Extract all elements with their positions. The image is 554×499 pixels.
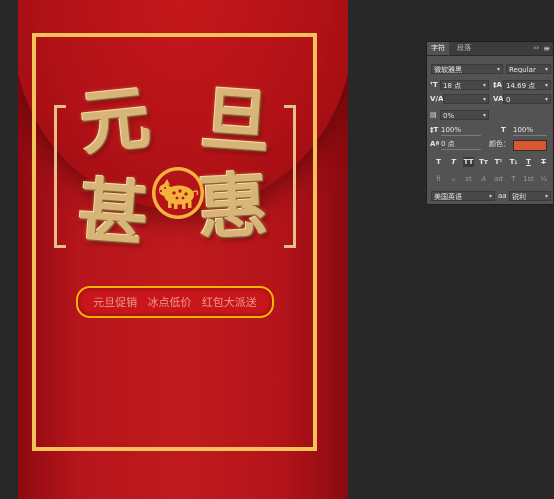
chevron-down-icon: ▾ [488, 193, 492, 200]
chevron-down-icon: ▾ [482, 112, 486, 119]
titling-alt-button[interactable]: T [508, 174, 519, 184]
text-color-swatch[interactable] [513, 140, 547, 151]
fractions-button[interactable]: ½ [538, 174, 549, 184]
horizontal-scale-icon: T [501, 126, 506, 134]
opentype-buttons: fi ℴ st A ad T 1st ½ [433, 174, 549, 184]
tsume-input[interactable]: 0% ▾ [440, 110, 489, 120]
baseline-shift-input[interactable]: 0 点 [441, 139, 481, 150]
font-family-select[interactable]: 微软雅黑 ▾ [431, 64, 503, 74]
chevron-down-icon: ▾ [496, 66, 500, 73]
character-panel: 字符 段落 ›› ≡ 微软雅黑 ▾ Regular ▾ ᵀT 18 点 ▾ ‡A… [426, 41, 554, 205]
panel-menu-icon[interactable]: ≡ [543, 42, 550, 55]
tracking-value: 0 [506, 96, 511, 104]
poster-artboard[interactable]: 元 旦 甚 惠 元旦促销 冰点低价 红包大派送 [18, 0, 348, 499]
kerning-icon: V/A [430, 95, 444, 103]
kerning-select[interactable]: ▾ [443, 94, 489, 104]
all-caps-button[interactable]: TT [463, 157, 474, 167]
antialias-value: 锐利 [512, 193, 526, 201]
language-select[interactable]: 美国英语 ▾ [431, 191, 495, 201]
language-value: 美国英语 [434, 193, 462, 201]
tab-character[interactable]: 字符 [427, 42, 449, 55]
right-bracket [284, 105, 296, 248]
color-label: 颜色： [489, 140, 510, 148]
chevron-down-icon: ▾ [544, 82, 548, 89]
strikethrough-button[interactable]: T [538, 157, 549, 167]
subscript-button[interactable]: T₁ [508, 157, 519, 167]
tracking-icon: VA [493, 95, 504, 103]
contextual-alt-button[interactable]: ℴ [448, 174, 459, 184]
headline-char-3: 甚 [75, 168, 151, 257]
poster-gold-frame [32, 33, 317, 451]
ligature-button[interactable]: fi [433, 174, 444, 184]
collapse-panel-icon[interactable]: ›› [533, 42, 539, 55]
headline-char-1: 元 [75, 75, 155, 166]
font-family-value: 微软雅黑 [434, 66, 462, 74]
ordinals-button[interactable]: 1st [523, 174, 534, 184]
panel-tabbar: 字符 段落 ›› ≡ [427, 42, 553, 56]
tab-paragraph[interactable]: 段落 [453, 42, 475, 55]
document-canvas: 元 旦 甚 惠 元旦促销 冰点低价 红包大派送 [0, 0, 423, 499]
stylistic-alt-button[interactable]: ad [493, 174, 504, 184]
promo-item: 红包大派送 [201, 296, 257, 309]
headline-char-2: 旦 [198, 76, 274, 165]
underline-button[interactable]: T [523, 157, 534, 167]
faux-italic-button[interactable]: T [448, 157, 459, 167]
promo-item: 冰点低价 [147, 296, 192, 309]
font-size-icon: ᵀT [430, 81, 438, 89]
chevron-down-icon: ▾ [544, 96, 548, 103]
chevron-down-icon: ▾ [544, 66, 548, 73]
leading-value: 14.69 点 [506, 82, 536, 90]
text-style-buttons: T T TT Tт T¹ T₁ T T [433, 157, 549, 167]
chevron-down-icon: ▾ [482, 82, 486, 89]
promo-item: 元旦促销 [93, 296, 138, 309]
vertical-scale-input[interactable]: 100% [441, 125, 481, 136]
leading-input[interactable]: 14.69 点 ▾ [503, 80, 551, 90]
chevron-down-icon: ▾ [544, 193, 548, 200]
font-size-input[interactable]: 18 点 ▾ [440, 80, 489, 90]
font-style-value: Regular [509, 66, 536, 74]
superscript-button[interactable]: T¹ [493, 157, 504, 167]
horizontal-scale-input[interactable]: 100% [513, 125, 547, 136]
discretionary-ligature-button[interactable]: st [463, 174, 474, 184]
small-caps-button[interactable]: Tт [478, 157, 489, 167]
tracking-input[interactable]: 0 ▾ [503, 94, 551, 104]
tsume-value: 0% [443, 112, 455, 120]
antialias-select[interactable]: 锐利 ▾ [509, 191, 551, 201]
tsume-icon: ▤ [430, 111, 437, 119]
vertical-scale-icon: ‡T [430, 126, 439, 134]
headline-char-4: 惠 [195, 163, 271, 250]
swash-button[interactable]: A [478, 174, 489, 184]
faux-bold-button[interactable]: T [433, 157, 444, 167]
font-style-select[interactable]: Regular ▾ [506, 64, 551, 74]
left-bracket [54, 105, 66, 248]
baseline-shift-icon: Aª [430, 140, 440, 148]
pig-seal-icon [152, 167, 204, 219]
font-size-value: 18 点 [443, 82, 462, 90]
promo-banner: 元旦促销 冰点低价 红包大派送 [76, 286, 274, 318]
chevron-down-icon: ▾ [482, 96, 486, 103]
antialias-icon: aa [498, 192, 507, 200]
leading-icon: ‡A [493, 81, 502, 89]
